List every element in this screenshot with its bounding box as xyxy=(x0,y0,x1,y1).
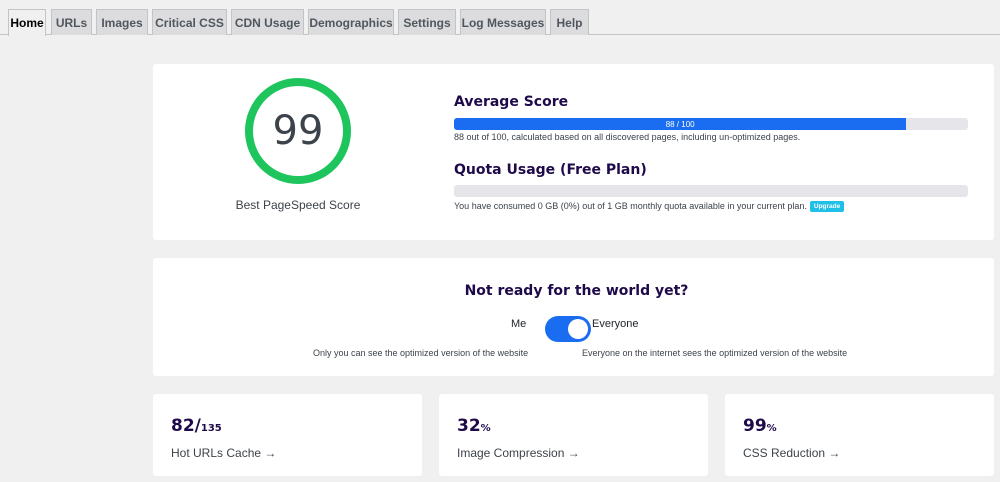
tab-demographics[interactable]: Demographics xyxy=(308,9,394,35)
stat-card-hot-urls: 82/135 Hot URLs Cache → xyxy=(153,394,422,476)
tab-images[interactable]: Images xyxy=(96,9,148,35)
average-score-bar-fill: 88 / 100 xyxy=(454,118,907,130)
hot-urls-cache-link[interactable]: Hot URLs Cache → xyxy=(171,446,276,460)
toggle-label-me: Me xyxy=(511,318,527,330)
pagespeed-score-value: 99 xyxy=(272,108,324,154)
average-score-description: 88 out of 100, calculated based on all d… xyxy=(454,132,801,142)
css-reduction-link[interactable]: CSS Reduction → xyxy=(743,446,840,460)
quota-usage-title: Quota Usage (Free Plan) xyxy=(454,162,647,178)
quota-usage-line: You have consumed 0 GB (0%) out of 1 GB … xyxy=(454,201,845,212)
tab-help[interactable]: Help xyxy=(550,9,589,35)
visibility-toggle-knob xyxy=(568,319,588,339)
stat-card-css-reduction: 99% CSS Reduction → xyxy=(725,394,994,476)
tab-cdn-usage[interactable]: CDN Usage xyxy=(231,9,304,35)
tab-urls[interactable]: URLs xyxy=(51,9,92,35)
tab-settings[interactable]: Settings xyxy=(398,9,456,35)
everyone-description: Everyone on the internet sees the optimi… xyxy=(582,348,848,358)
visibility-card: Not ready for the world yet? Me Everyone… xyxy=(153,258,994,376)
image-compression-value: 32% xyxy=(457,416,491,436)
visibility-title: Not ready for the world yet? xyxy=(464,283,689,299)
visibility-toggle[interactable] xyxy=(545,316,591,342)
pagespeed-score-ring: 99 xyxy=(243,76,353,186)
quota-usage-description: You have consumed 0 GB (0%) out of 1 GB … xyxy=(454,201,807,211)
upgrade-button[interactable]: Upgrade xyxy=(809,201,845,212)
tab-home[interactable]: Home xyxy=(8,9,46,36)
css-reduction-value: 99% xyxy=(743,416,777,436)
tab-log-messages[interactable]: Log Messages xyxy=(460,9,546,35)
average-score-bar: 88 / 100 xyxy=(454,118,968,130)
image-compression-link[interactable]: Image Compression → xyxy=(457,446,580,460)
tab-critical-css[interactable]: Critical CSS xyxy=(152,9,227,35)
pagespeed-score-label: Best PageSpeed Score xyxy=(235,198,361,212)
hot-urls-value: 82/135 xyxy=(171,416,222,436)
me-description: Only you can see the optimized version o… xyxy=(313,348,529,358)
toggle-label-everyone: Everyone xyxy=(592,318,639,330)
nav-tabs: Home URLs Images Critical CSS CDN Usage … xyxy=(0,0,1000,36)
score-card: 99 Best PageSpeed Score Average Score 88… xyxy=(153,64,994,240)
stat-card-image-compression: 32% Image Compression → xyxy=(439,394,708,476)
quota-usage-bar xyxy=(454,185,968,197)
average-score-title: Average Score xyxy=(454,94,569,110)
